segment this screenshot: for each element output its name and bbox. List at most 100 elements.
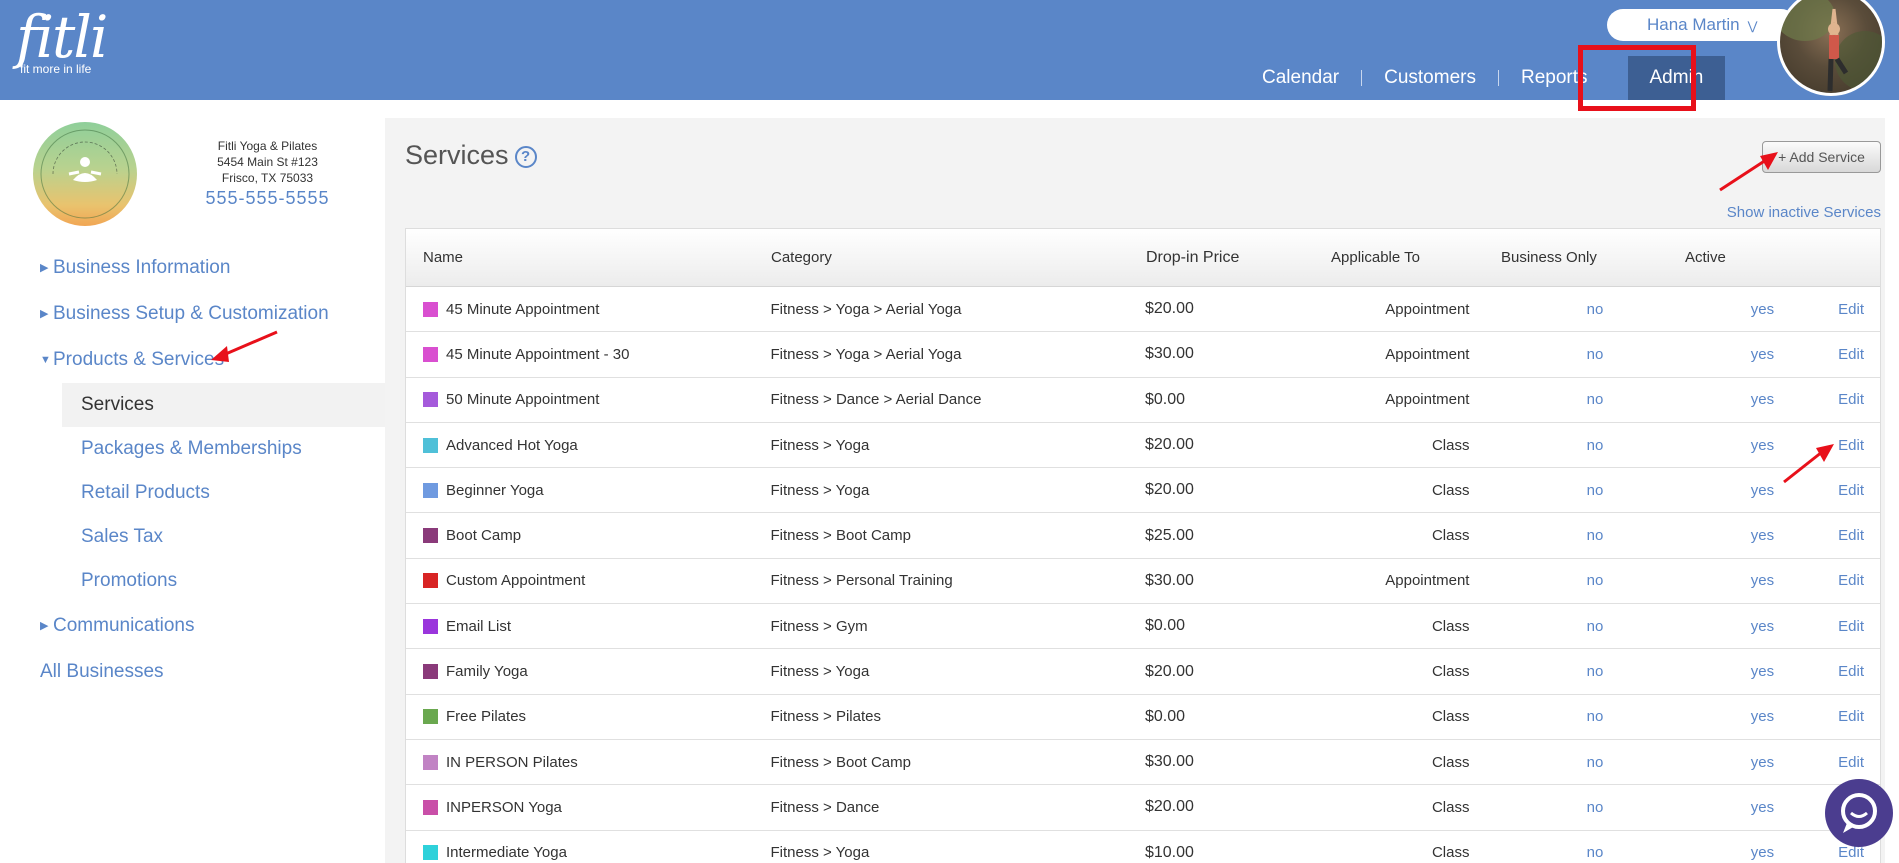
avatar[interactable]	[1777, 0, 1885, 96]
service-name: Custom Appointment	[446, 572, 586, 590]
cell-price: $0.00	[1144, 707, 1185, 725]
cell-name: Beginner Yoga	[406, 482, 771, 499]
cell-price: $20.00	[1144, 662, 1194, 680]
nav-calendar[interactable]: Calendar	[1240, 56, 1361, 100]
logo-word: fitli	[16, 3, 108, 71]
business-logo-graphic	[40, 129, 130, 219]
edit-link[interactable]: Edit	[1774, 391, 1880, 408]
cell-name: Boot Camp	[406, 527, 771, 544]
col-header-active[interactable]: Active	[1685, 249, 1805, 266]
cell-active[interactable]: yes	[1629, 301, 1774, 318]
cell-active[interactable]: yes	[1629, 527, 1774, 544]
edit-link[interactable]: Edit	[1774, 663, 1880, 680]
cell-active[interactable]: yes	[1629, 708, 1774, 725]
edit-link[interactable]: Edit	[1774, 301, 1880, 318]
cell-active[interactable]: yes	[1629, 437, 1774, 454]
cell-business-only[interactable]: no	[1499, 844, 1629, 861]
cell-business-only[interactable]: no	[1499, 663, 1629, 680]
sidebar-item-business-setup[interactable]: ▶ Business Setup & Customization	[0, 291, 385, 337]
caret-down-icon: ▼	[40, 354, 51, 366]
sidebar-subitem-promotions[interactable]: Promotions	[0, 559, 385, 603]
cell-business-only[interactable]: no	[1499, 754, 1629, 771]
cell-business-only[interactable]: no	[1499, 527, 1629, 544]
sidebar-item-label: Communications	[53, 615, 195, 636]
col-header-applicable[interactable]: Applicable To	[1301, 249, 1501, 266]
cell-active[interactable]: yes	[1629, 346, 1774, 363]
business-info: Fitli Yoga & Pilates 5454 Main St #123 F…	[180, 138, 355, 210]
cell-category: Fitness > Yoga	[770, 844, 870, 862]
help-icon[interactable]: ?	[514, 146, 537, 168]
col-header-price[interactable]: Drop-in Price	[1146, 249, 1301, 267]
caret-right-icon: ▶	[40, 308, 49, 320]
edit-link[interactable]: Edit	[1774, 708, 1880, 725]
cell-active[interactable]: yes	[1629, 618, 1774, 635]
cell-business-only[interactable]: no	[1499, 346, 1629, 363]
chat-support-button[interactable]	[1825, 779, 1893, 847]
col-header-business-only[interactable]: Business Only	[1501, 249, 1685, 266]
business-address-line1: 5454 Main St #123	[217, 155, 318, 169]
user-name: Hana Martin	[1647, 15, 1740, 34]
col-header-category[interactable]: Category	[771, 249, 1146, 266]
sidebar-item-products-services[interactable]: ▼ Products & Services	[0, 337, 385, 383]
cell-active[interactable]: yes	[1629, 663, 1774, 680]
cell-active[interactable]: yes	[1629, 799, 1774, 816]
cell-business-only[interactable]: no	[1499, 799, 1629, 816]
service-name: Boot Camp	[446, 527, 522, 545]
sidebar-subitem-services[interactable]: Services	[62, 383, 385, 427]
edit-link[interactable]: Edit	[1774, 754, 1880, 771]
table-row: IN PERSON Pilates Fitness > Boot Camp $30.…	[406, 740, 1880, 786]
cell-business-only[interactable]: no	[1499, 482, 1629, 499]
sidebar-subitem-sales-tax[interactable]: Sales Tax	[0, 515, 385, 559]
cell-price: $20.00	[1144, 798, 1194, 816]
cell-business-only[interactable]: no	[1499, 572, 1629, 589]
service-name: Intermediate Yoga	[446, 844, 567, 862]
business-phone[interactable]: 555-555-5555	[180, 186, 355, 210]
col-header-name[interactable]: Name	[406, 249, 771, 266]
edit-link[interactable]: Edit	[1774, 618, 1880, 635]
cell-category: Fitness > Dance	[770, 798, 880, 816]
cell-business-only[interactable]: no	[1499, 301, 1629, 318]
service-name: Beginner Yoga	[446, 481, 544, 499]
sidebar-menu: ▶ Business Information ▶ Business Setup & …	[0, 245, 385, 695]
edit-link[interactable]: Edit	[1774, 527, 1880, 544]
sidebar-item-communications[interactable]: ▶ Communications	[0, 603, 385, 649]
color-swatch	[423, 301, 438, 317]
cell-name: 45 Minute Appointment - 30	[406, 346, 771, 363]
table-row: INPERSON Yoga Fitness > Dance $20.00 Class n…	[406, 785, 1880, 831]
cell-active[interactable]: yes	[1629, 844, 1774, 861]
cell-active[interactable]: yes	[1629, 754, 1774, 771]
cell-applicable: Class	[1431, 753, 1470, 771]
service-name: 45 Minute Appointment - 30	[446, 345, 630, 363]
cell-name: 45 Minute Appointment	[406, 301, 771, 318]
sidebar-subitem-retail[interactable]: Retail Products	[0, 471, 385, 515]
cell-business-only[interactable]: no	[1499, 391, 1629, 408]
fitli-logo[interactable]: fitli fit more in life	[16, 3, 108, 76]
cell-name: Free Pilates	[406, 708, 771, 725]
cell-active[interactable]: yes	[1629, 482, 1774, 499]
cell-active[interactable]: yes	[1629, 391, 1774, 408]
sidebar-item-all-businesses[interactable]: All Businesses	[0, 649, 385, 695]
cell-category: Fitness > Boot Camp	[770, 527, 911, 545]
cell-category: Fitness > Gym	[770, 617, 868, 635]
sidebar-item-business-information[interactable]: ▶ Business Information	[0, 245, 385, 291]
cell-price: $20.00	[1144, 436, 1194, 454]
cell-name: Advanced Hot Yoga	[406, 437, 771, 454]
cell-name: 50 Minute Appointment	[406, 391, 771, 408]
nav-customers[interactable]: Customers	[1362, 56, 1498, 100]
sidebar-subitem-packages[interactable]: Packages & Memberships	[0, 427, 385, 471]
cell-category: Fitness > Yoga	[770, 481, 870, 499]
show-inactive-link[interactable]: Show inactive Services	[1727, 204, 1881, 221]
edit-link[interactable]: Edit	[1774, 346, 1880, 363]
cell-active[interactable]: yes	[1629, 572, 1774, 589]
cell-business-only[interactable]: no	[1499, 618, 1629, 635]
color-swatch	[423, 709, 438, 725]
edit-link[interactable]: Edit	[1774, 572, 1880, 589]
cell-business-only[interactable]: no	[1499, 437, 1629, 454]
cell-name: Email List	[406, 618, 771, 635]
user-menu[interactable]: Hana Martin ⋁	[1607, 9, 1797, 41]
service-name: INPERSON Yoga	[446, 798, 562, 816]
service-name: Free Pilates	[446, 708, 527, 726]
cell-business-only[interactable]: no	[1499, 708, 1629, 725]
cell-price: $20.00	[1144, 481, 1194, 499]
annotation-arrow-icon	[211, 330, 278, 362]
